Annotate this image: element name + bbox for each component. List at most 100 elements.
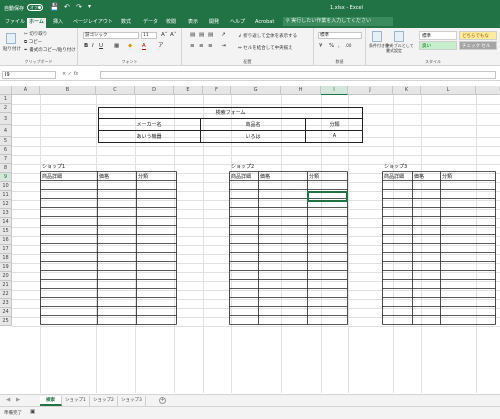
column-header[interactable]: K [393, 86, 421, 95]
sheet-tab-search[interactable]: 検索 [40, 396, 62, 406]
column-header[interactable]: H [281, 86, 321, 95]
align-center-icon[interactable]: ≡ [199, 43, 204, 49]
borders-icon[interactable]: ▦ [114, 43, 119, 49]
row-header[interactable]: 21 [0, 281, 12, 290]
tab-page-layout[interactable]: ページレイアウト [71, 18, 115, 28]
row-header[interactable]: 4 [0, 125, 12, 137]
row-header[interactable]: 14 [0, 218, 12, 227]
font-grow-icon[interactable]: A˄ [161, 32, 168, 38]
phonetic-icon[interactable]: ア [158, 43, 164, 49]
cancel-icon[interactable]: × [62, 71, 66, 77]
format-as-table-icon[interactable] [394, 31, 404, 42]
sheet-tab-shop3[interactable]: ショップ3 [118, 396, 146, 406]
search-form-value-category[interactable]: A [306, 133, 363, 139]
save-icon[interactable]: 💾 [50, 3, 59, 11]
align-middle-icon[interactable]: ▤ [199, 32, 204, 38]
tab-view[interactable]: 表示 [186, 18, 200, 28]
number-format-select[interactable]: 標準 [318, 32, 362, 39]
style-normal[interactable]: 標準 [419, 31, 457, 40]
column-header[interactable]: E [174, 86, 203, 95]
column-header[interactable]: J [348, 86, 393, 95]
row-header[interactable]: 11 [0, 191, 12, 200]
tab-help[interactable]: ヘルプ [228, 18, 247, 28]
worksheet-grid[interactable]: ABCDEFGHIJKLM 12345678910111213141516171… [0, 86, 500, 393]
row-header[interactable]: 18 [0, 254, 12, 263]
row-header[interactable]: 3 [0, 113, 12, 125]
align-right-icon[interactable]: ≡ [208, 43, 213, 49]
percent-icon[interactable]: % [329, 43, 334, 49]
tab-insert[interactable]: 挿入 [51, 18, 65, 28]
paste-icon[interactable] [6, 33, 16, 44]
row-header[interactable]: 7 [0, 155, 12, 164]
column-header[interactable]: A [12, 86, 40, 95]
column-header[interactable]: G [231, 86, 281, 95]
italic-button[interactable]: I [92, 43, 94, 49]
column-header[interactable]: M [476, 86, 500, 95]
row-header[interactable]: 1 [0, 95, 12, 104]
tab-review[interactable]: 校閲 [164, 18, 178, 28]
macro-record-icon[interactable]: ▣ [30, 409, 35, 415]
formula-input[interactable] [100, 71, 496, 79]
column-header[interactable]: F [203, 86, 231, 95]
orientation-icon[interactable]: ↗ [221, 32, 226, 38]
sheet-next-icon[interactable]: ▶ [16, 397, 20, 403]
font-color-icon[interactable]: A [142, 43, 146, 50]
row-header[interactable]: 8 [0, 164, 12, 173]
customize-quick-access-icon[interactable]: ▾ [88, 3, 91, 10]
increase-decimal-icon[interactable]: .00 [345, 43, 351, 49]
font-shrink-icon[interactable]: A˅ [170, 32, 177, 38]
format-as-table-button[interactable]: テーブルとして書式設定 [386, 43, 414, 53]
row-header[interactable]: 22 [0, 290, 12, 299]
row-header[interactable]: 16 [0, 236, 12, 245]
column-header[interactable]: L [421, 86, 476, 95]
sheet-tab-shop2[interactable]: ショップ2 [90, 396, 118, 406]
name-box[interactable]: I9 [2, 71, 56, 79]
row-header[interactable]: 2 [0, 104, 12, 113]
currency-icon[interactable]: ¥ [319, 43, 323, 49]
row-header[interactable]: 15 [0, 227, 12, 236]
tab-developer[interactable]: 開発 [207, 18, 221, 28]
align-bottom-icon[interactable]: ▤ [208, 32, 213, 38]
row-header[interactable]: 19 [0, 263, 12, 272]
format-painter-button[interactable]: ✒ 書式のコピー/貼り付け [24, 47, 76, 53]
row-header[interactable]: 23 [0, 299, 12, 308]
row-header[interactable]: 12 [0, 200, 12, 209]
underline-button[interactable]: U [99, 43, 103, 49]
active-cell-selection[interactable] [307, 191, 348, 202]
style-neutral[interactable]: どちらでもな [459, 31, 497, 40]
row-header[interactable]: 20 [0, 272, 12, 281]
add-sheet-icon[interactable]: + [159, 397, 166, 404]
font-name-select[interactable]: 游ゴシック [83, 32, 139, 39]
merge-center-button[interactable]: ⇔ セルを結合して中央揃え [238, 45, 293, 51]
undo-icon[interactable]: ↶ [64, 3, 70, 11]
sheet-prev-icon[interactable]: ◀ [6, 397, 10, 403]
tab-data[interactable]: データ [141, 18, 160, 28]
indent-icon[interactable]: ⇥ [221, 43, 226, 49]
tab-formulas[interactable]: 数式 [119, 18, 133, 28]
row-header[interactable]: 10 [0, 182, 12, 191]
row-header[interactable]: 25 [0, 317, 12, 326]
redo-icon[interactable]: ↷ [76, 3, 82, 11]
bold-button[interactable]: B [84, 43, 88, 49]
comma-icon[interactable]: , [338, 43, 340, 49]
search-form-value-product[interactable]: いろは [200, 133, 306, 140]
align-top-icon[interactable]: ▤ [190, 32, 195, 38]
column-header[interactable]: D [135, 86, 174, 95]
column-header[interactable]: C [96, 86, 135, 95]
cut-button[interactable]: ✂ 切り取り [24, 31, 47, 37]
row-header[interactable]: 13 [0, 209, 12, 218]
style-check-cell[interactable]: チェック セル [459, 41, 497, 50]
enter-icon[interactable]: ✓ [68, 71, 72, 77]
wrap-text-button[interactable]: ↲ 折り返して全体を表示する [238, 33, 297, 39]
row-header[interactable]: 6 [0, 146, 12, 155]
fx-icon[interactable]: fx [74, 71, 79, 77]
row-header[interactable]: 17 [0, 245, 12, 254]
tab-acrobat[interactable]: Acrobat [253, 18, 276, 28]
style-good[interactable]: 良い [419, 41, 457, 50]
tab-file[interactable]: ファイル [3, 18, 27, 28]
tell-me-search[interactable]: ⚲ 実行したい作業を入力してください [283, 17, 393, 26]
fill-color-icon[interactable]: ◆ [128, 43, 132, 49]
row-header[interactable]: 24 [0, 308, 12, 317]
row-header[interactable]: 5 [0, 137, 12, 146]
sheet-tab-shop1[interactable]: ショップ1 [62, 396, 90, 406]
